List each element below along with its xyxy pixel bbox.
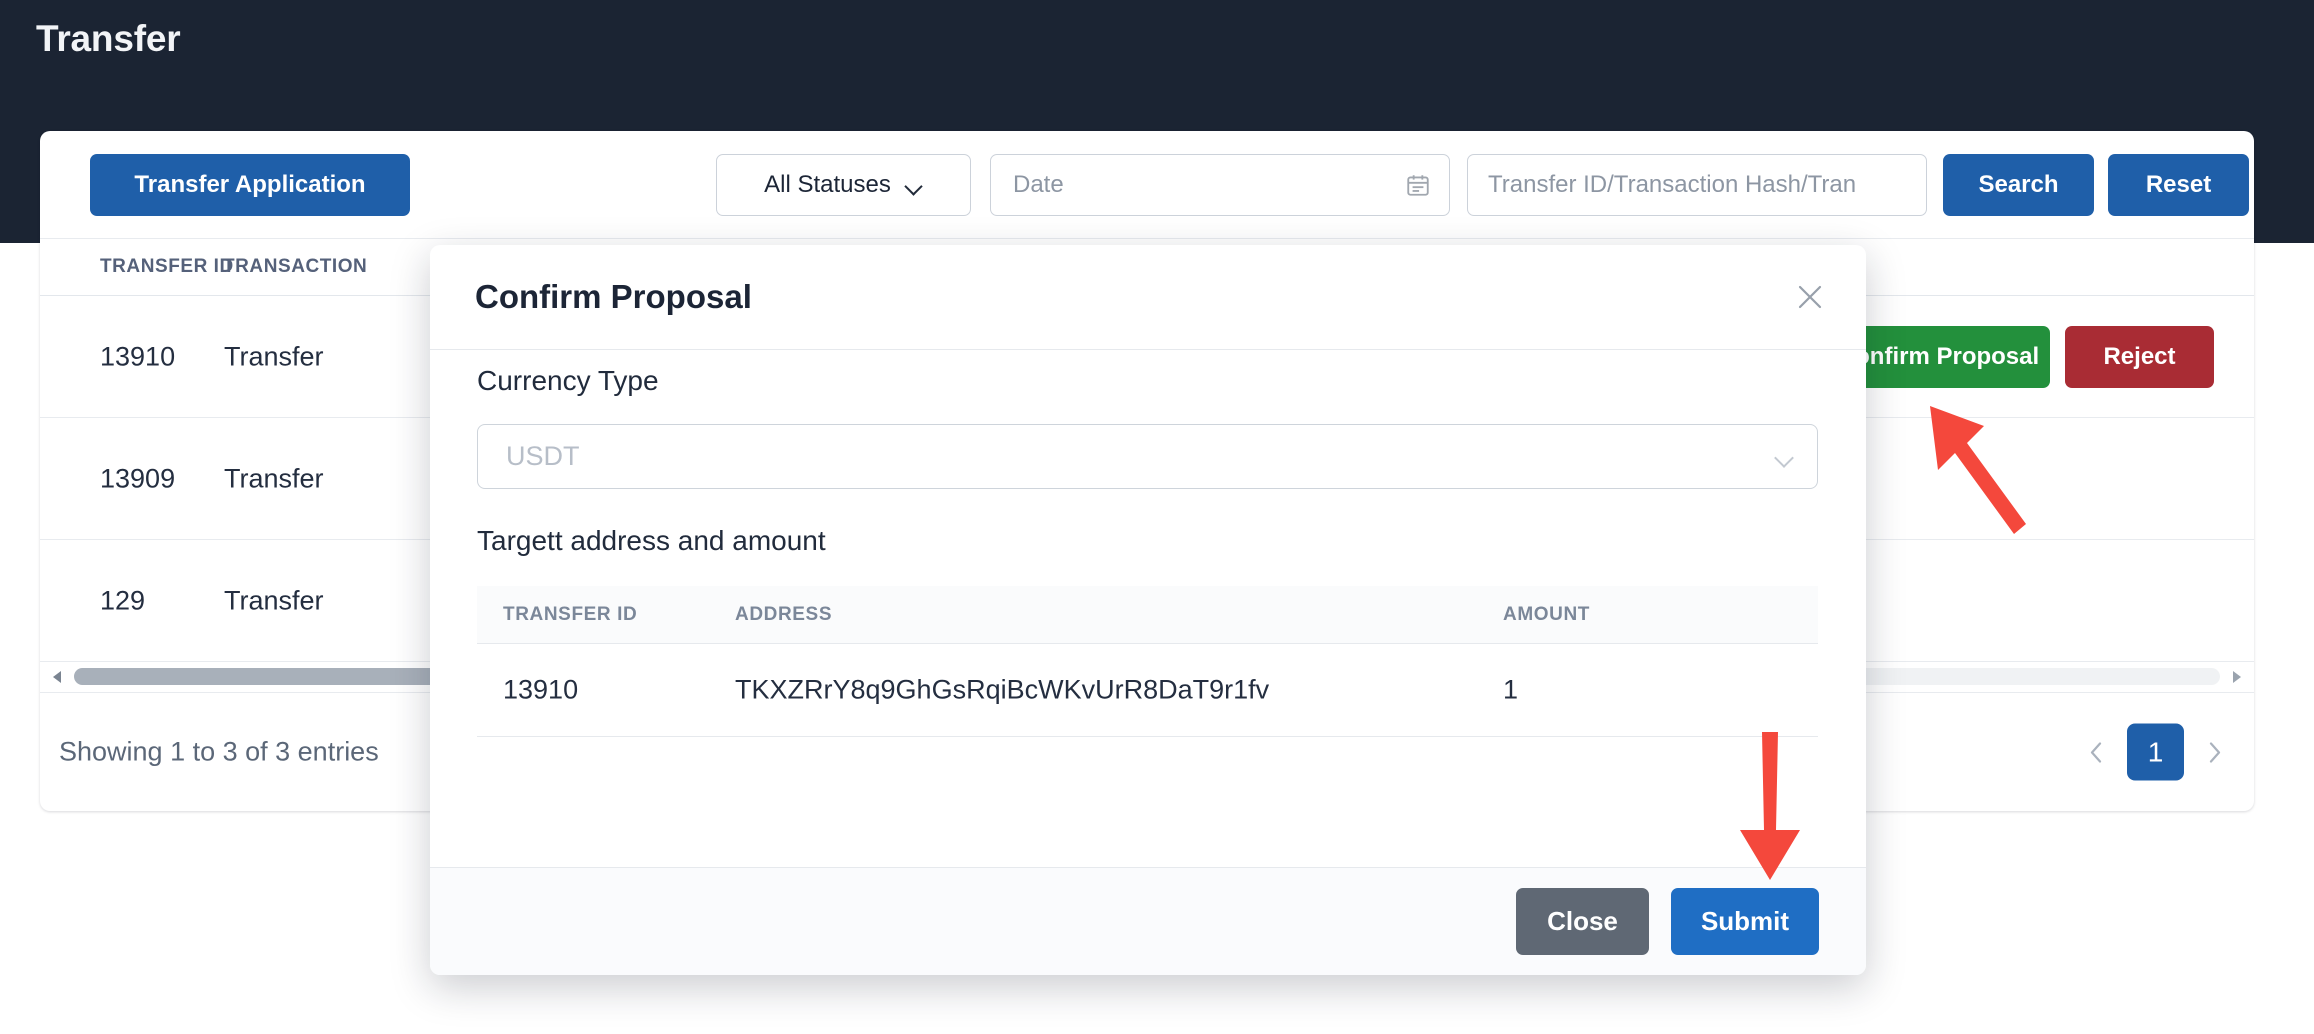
cell-transaction: Transfer	[224, 463, 324, 493]
pagination-prev-icon[interactable]	[2080, 735, 2114, 769]
currency-type-placeholder: USDT	[506, 441, 580, 471]
search-input[interactable]: Transfer ID/Transaction Hash/Tran	[1467, 154, 1927, 216]
modal-cell-transfer-id: 13910	[503, 674, 579, 705]
modal-column-header-amount: AMOUNT	[1503, 603, 1590, 625]
modal-header: Confirm Proposal	[430, 245, 1866, 350]
scroll-right-icon[interactable]	[2226, 667, 2246, 687]
date-filter-input[interactable]: Date	[990, 154, 1450, 216]
search-input-placeholder: Transfer ID/Transaction Hash/Tran	[1488, 171, 1857, 198]
modal-footer: Close Submit	[430, 867, 1866, 975]
page-title: Transfer	[36, 18, 181, 59]
modal-title: Confirm Proposal	[475, 278, 752, 315]
date-filter-placeholder: Date	[1013, 171, 1064, 198]
modal-submit-button[interactable]: Submit	[1671, 888, 1819, 955]
pagination: 1	[2080, 723, 2231, 781]
calendar-icon	[1405, 172, 1431, 198]
pagination-page-1[interactable]: 1	[2127, 723, 2184, 781]
entries-count-text: Showing 1 to 3 of 3 entries	[59, 736, 379, 767]
filter-toolbar: Transfer Application All Statuses Date T…	[40, 131, 2254, 238]
cell-transfer-id: 13910	[100, 341, 176, 371]
modal-column-header-address: ADDRESS	[735, 603, 833, 625]
confirm-proposal-modal: Confirm Proposal Currency Type USDT Targ…	[430, 245, 1866, 975]
modal-table-header: TRANSFER ID ADDRESS AMOUNT	[477, 586, 1818, 644]
modal-cell-amount: 1	[1503, 674, 1519, 705]
modal-column-header-transfer-id: TRANSFER ID	[503, 603, 638, 625]
currency-type-label: Currency Type	[477, 365, 659, 396]
currency-type-select[interactable]: USDT	[477, 424, 1818, 489]
chevron-down-icon	[1775, 451, 1795, 463]
status-filter-select[interactable]: All Statuses	[716, 154, 971, 216]
app-root: Transfer Transfer Application All Status…	[0, 0, 2314, 1034]
modal-close-button[interactable]: Close	[1516, 888, 1649, 955]
cell-transfer-id: 129	[100, 585, 146, 615]
cell-transaction: Transfer	[224, 341, 324, 371]
scroll-left-icon[interactable]	[48, 667, 68, 687]
status-filter-value: All Statuses	[764, 171, 891, 198]
cell-transfer-id: 13909	[100, 463, 176, 493]
modal-table-row: 13910 TKXZRrY8q9GhGsRqiBcWKvUrR8DaT9r1fv…	[477, 644, 1818, 737]
chevron-down-icon	[905, 180, 923, 191]
row-action-group: Confirm Proposal Reject	[1827, 325, 2214, 388]
modal-cell-address: TKXZRrY8q9GhGsRqiBcWKvUrR8DaT9r1fv	[735, 674, 1270, 705]
column-header-transfer-id: TRANSFER ID	[100, 256, 234, 277]
close-icon[interactable]	[1790, 277, 1830, 317]
reset-button[interactable]: Reset	[2108, 154, 2249, 216]
modal-body: Currency Type USDT Targett address and a…	[430, 350, 1866, 867]
column-header-transaction: TRANSACTION	[223, 256, 368, 277]
cell-transaction: Transfer	[224, 585, 324, 615]
target-address-label: Targett address and amount	[477, 525, 826, 556]
transfer-application-button[interactable]: Transfer Application	[90, 154, 410, 216]
pagination-next-icon[interactable]	[2197, 735, 2231, 769]
search-button[interactable]: Search	[1943, 154, 2094, 216]
reject-button[interactable]: Reject	[2065, 325, 2214, 388]
